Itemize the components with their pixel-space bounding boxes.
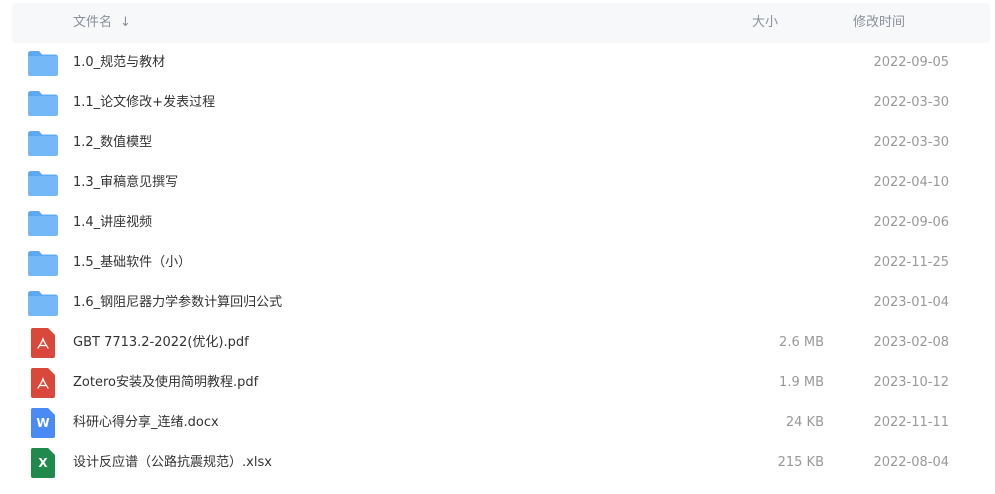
file-row[interactable]: X 设计反应谱（公路抗震规范）.xlsx 215 KB 2022-08-04 [12,443,990,483]
file-modified-date: 2023-01-04 [873,295,949,310]
file-modified-date: 2022-11-11 [873,415,949,430]
file-name[interactable]: GBT 7713.2-2022(优化).pdf [73,323,249,363]
file-modified-date: 2022-09-06 [873,215,949,230]
file-list-header: 文件名 ↓ 大小 修改时间 [12,3,990,43]
folder-icon [27,168,59,198]
file-row[interactable]: 1.0_规范与教材 2022-09-05 [12,43,990,83]
size-column-label: 大小 [752,15,779,30]
file-name[interactable]: 1.4_讲座视频 [73,203,152,243]
file-name[interactable]: 科研心得分享_连绪.docx [73,403,219,443]
pdf-badge [31,328,55,358]
file-row[interactable]: 1.1_论文修改+发表过程 2022-03-30 [12,83,990,123]
excel-badge: X [31,448,55,478]
file-name[interactable]: 1.0_规范与教材 [73,43,165,83]
pdf-file-icon [27,328,59,358]
arrow-down-icon[interactable]: ↓ [120,3,131,43]
file-modified-date: 2022-08-04 [873,455,949,470]
folder-icon [27,128,59,158]
file-name[interactable]: 1.5_基础软件（小） [73,243,191,283]
file-modified-date: 2023-02-08 [873,335,949,350]
file-row[interactable]: 1.6_钢阻尼器力学参数计算回归公式 2023-01-04 [12,283,990,323]
file-size: 1.9 MB [779,375,824,390]
file-modified-date: 2022-03-30 [873,95,949,110]
file-name[interactable]: 1.2_数值模型 [73,123,152,163]
file-size: 24 KB [785,415,824,430]
name-column-header[interactable]: 文件名 ↓ [73,3,131,43]
date-column-header[interactable]: 修改时间 [853,3,905,43]
file-name[interactable]: 1.1_论文修改+发表过程 [73,83,215,123]
file-row[interactable]: 1.2_数值模型 2022-03-30 [12,123,990,163]
pdf-file-icon [27,368,59,398]
file-size: 215 KB [777,455,824,470]
word-badge: W [31,408,55,438]
folder-icon [27,248,59,278]
file-row[interactable]: W 科研心得分享_连绪.docx 24 KB 2022-11-11 [12,403,990,443]
excel-file-icon: X [27,448,59,478]
file-name[interactable]: 1.3_审稿意见撰写 [73,163,178,203]
file-row[interactable]: 1.5_基础软件（小） 2022-11-25 [12,243,990,283]
file-modified-date: 2022-11-25 [873,255,949,270]
file-name[interactable]: Zotero安装及使用简明教程.pdf [73,363,258,403]
folder-icon [27,88,59,118]
folder-icon [27,288,59,318]
folder-icon [27,48,59,78]
file-row[interactable]: Zotero安装及使用简明教程.pdf 1.9 MB 2023-10-12 [12,363,990,403]
file-row[interactable]: 1.3_审稿意见撰写 2022-04-10 [12,163,990,203]
word-file-icon: W [27,408,59,438]
file-list: 1.0_规范与教材 2022-09-05 1.1_论文修改+发表过程 2022-03-… [12,43,990,483]
file-row[interactable]: GBT 7713.2-2022(优化).pdf 2.6 MB 2023-02-08 [12,323,990,363]
file-name[interactable]: 1.6_钢阻尼器力学参数计算回归公式 [73,283,282,323]
folder-icon [27,208,59,238]
pdf-badge [31,368,55,398]
size-column-header[interactable]: 大小 [752,3,778,43]
file-modified-date: 2022-03-30 [873,135,949,150]
date-column-label: 修改时间 [853,15,906,30]
file-modified-date: 2023-10-12 [873,375,949,390]
name-column-label: 文件名 [73,15,113,30]
file-name[interactable]: 设计反应谱（公路抗震规范）.xlsx [73,443,272,483]
file-modified-date: 2022-09-05 [873,55,949,70]
file-modified-date: 2022-04-10 [873,175,949,190]
file-size: 2.6 MB [779,335,824,350]
file-row[interactable]: 1.4_讲座视频 2022-09-06 [12,203,990,243]
